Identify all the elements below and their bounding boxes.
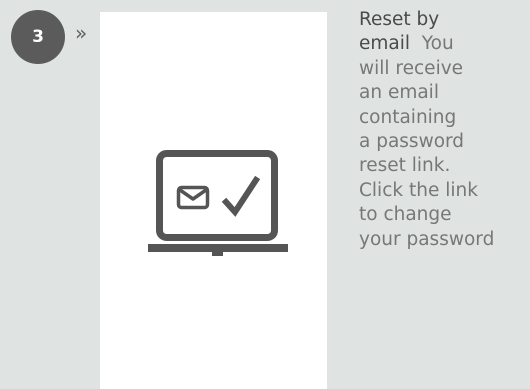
body-line-5: a password xyxy=(359,131,465,153)
title-line-1: Reset by xyxy=(359,9,440,30)
illustration-panel xyxy=(100,12,327,389)
step-number-badge: 3 xyxy=(11,10,65,64)
body-line-4: containing xyxy=(359,106,457,128)
next-arrow-icon: » xyxy=(75,21,88,45)
step-description: Reset by email You will receive an email… xyxy=(359,8,524,252)
envelope-icon xyxy=(176,185,210,210)
step-number: 3 xyxy=(32,27,44,47)
body-line-8: to change xyxy=(359,204,452,226)
title-line-2: email xyxy=(359,33,411,55)
laptop-email-check-icon xyxy=(148,150,288,256)
body-line-7: Click the link xyxy=(359,179,478,201)
body-line-3: an email xyxy=(359,82,439,104)
checkmark-icon xyxy=(221,175,261,217)
body-line-6: reset link. xyxy=(359,155,451,177)
body-line-2: will receive xyxy=(359,57,464,79)
body-line-1: You xyxy=(421,33,454,55)
body-line-9: your password xyxy=(359,228,495,250)
